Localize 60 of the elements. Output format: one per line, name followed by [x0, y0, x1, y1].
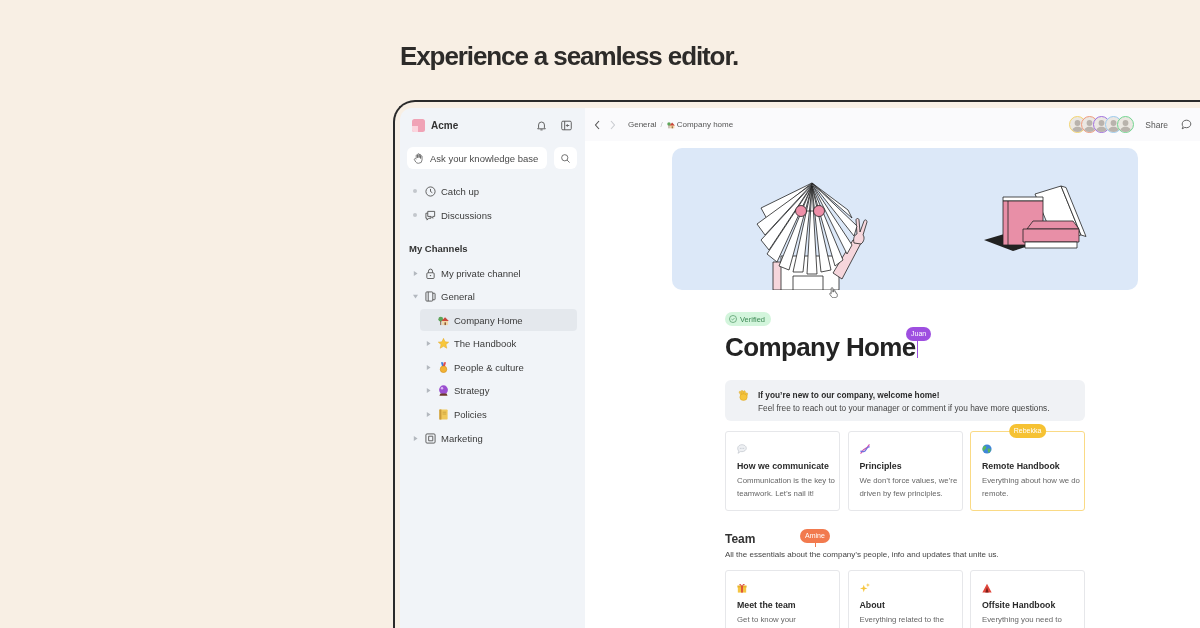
card-title: How we communicate [737, 460, 829, 472]
hand-cursor-icon [829, 287, 839, 298]
avatar[interactable] [1117, 116, 1135, 133]
bell-icon[interactable] [535, 119, 547, 131]
callout-heading: If you’re new to our company, welcome home! [758, 388, 941, 402]
channel-item[interactable]: Company Home [420, 309, 577, 332]
house-icon [666, 120, 675, 129]
callout-text: Feel free to reach out to your manager or comment if you have more questions. [758, 401, 1050, 415]
breadcrumb-link[interactable]: Company home [666, 120, 734, 129]
channel-item[interactable]: General [407, 285, 577, 308]
sidebar-item[interactable]: Discussions [407, 204, 577, 226]
text-caret [814, 543, 816, 547]
channel-item[interactable]: Policies [420, 403, 577, 426]
share-button[interactable]: Share [1145, 119, 1168, 130]
sidebar-toggle-icon[interactable] [560, 119, 572, 131]
card-title: Meet the team [737, 599, 796, 611]
breadcrumb-separator: / [660, 120, 663, 129]
comment-icon[interactable] [1181, 119, 1192, 130]
layout-icon [425, 432, 436, 444]
house-icon [438, 314, 449, 326]
sidebar-item[interactable]: Catch up [407, 180, 577, 202]
check-circle-icon [729, 315, 737, 323]
dna-icon [859, 444, 870, 454]
card-title: Offsite Handbook [982, 599, 1056, 611]
channel-item[interactable]: Marketing [407, 427, 577, 450]
workspace-name: Acme [431, 119, 459, 131]
card-title: About [859, 599, 885, 611]
hand-icon [412, 152, 424, 164]
sparkles-icon [859, 583, 870, 593]
medal-icon [438, 361, 449, 373]
section-title: Team [725, 531, 756, 547]
waving-hand-icon [738, 389, 749, 401]
section-description: All the essentials about the company’s people, info and updates that unite us. [725, 549, 999, 561]
channel-item[interactable]: My private channel [407, 262, 577, 284]
crystal-ball-icon [438, 385, 449, 397]
speech-bubble-icon [737, 444, 747, 454]
gift-icon [737, 583, 747, 593]
card-title: Remote Handbook [982, 460, 1060, 472]
logo-icon [412, 118, 425, 132]
bullet-dot-icon [413, 189, 417, 193]
book-icon [425, 291, 436, 303]
section-heading: My Channels [409, 242, 468, 256]
search-button[interactable] [554, 147, 577, 169]
breadcrumb-link[interactable]: General [628, 120, 657, 129]
globe-icon [982, 444, 992, 454]
card-title: Principles [859, 460, 902, 472]
search-field[interactable]: Ask your knowledge base [407, 147, 547, 169]
headline: Experience a seamless editor. [400, 41, 739, 71]
channel-item[interactable]: Strategy [420, 379, 577, 402]
notebook-icon [438, 409, 449, 421]
channel-item[interactable]: The Handbook [420, 332, 577, 355]
clock-icon [425, 185, 436, 197]
star-icon [438, 338, 449, 350]
lock-icon [425, 267, 436, 279]
channel-item[interactable]: People & culture [420, 356, 577, 379]
bullet-dot-icon [413, 213, 417, 217]
search-icon [561, 153, 570, 163]
tent-icon [982, 583, 992, 593]
chat-bubbles-icon [425, 209, 436, 221]
chevron-left-icon[interactable] [594, 119, 600, 130]
